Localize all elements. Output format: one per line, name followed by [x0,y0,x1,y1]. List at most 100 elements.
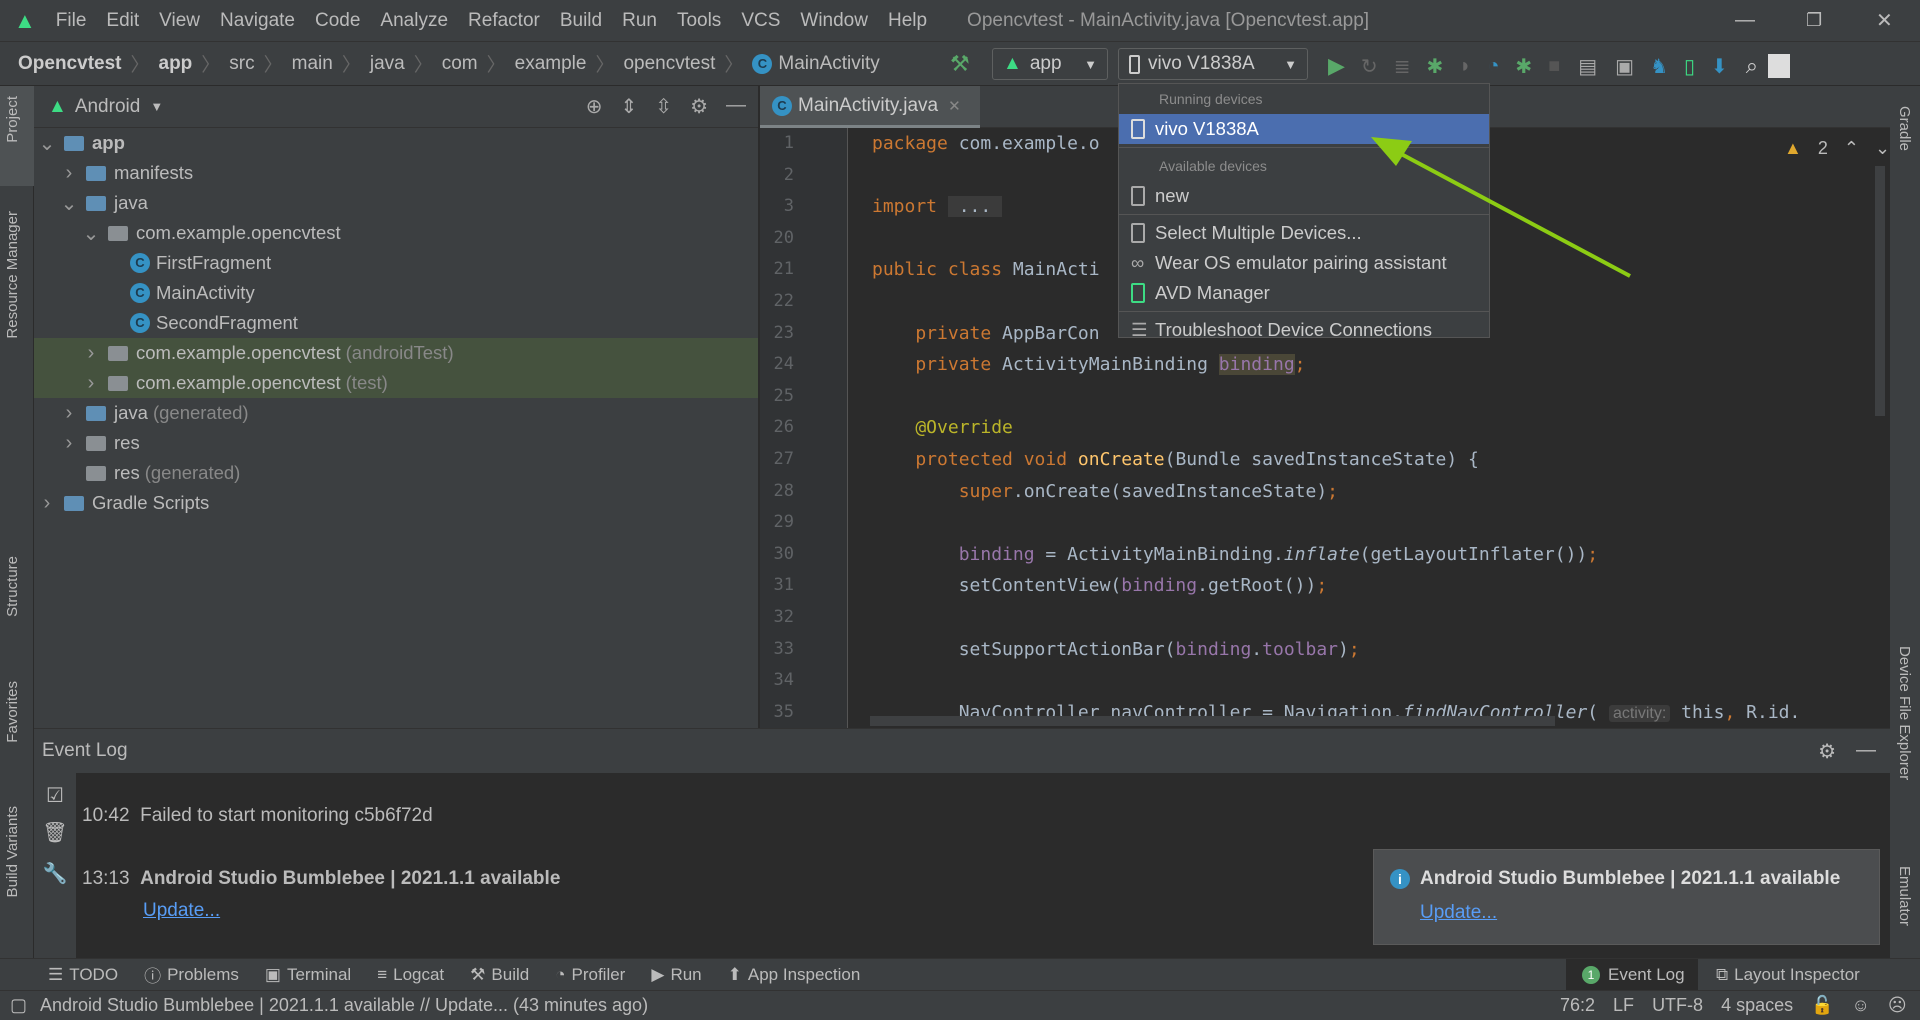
tree-item[interactable]: › manifests [34,158,758,188]
menu-window[interactable]: Window [790,10,878,32]
tree-item[interactable]: › java (generated) [34,398,758,428]
menu-vcs[interactable]: VCS [731,10,790,32]
profile-icon[interactable]: ◔ [1487,55,1499,78]
troubleshoot-device-connections[interactable]: ☰ Troubleshoot Device Connections [1119,315,1489,345]
tool-tab-layout-inspector[interactable]: ⧉ Layout Inspector [1716,965,1860,985]
horizontal-scrollbar[interactable] [870,716,1555,726]
indent-setting[interactable]: 4 spaces [1721,995,1793,1016]
select-multiple-devices[interactable]: Select Multiple Devices... [1119,218,1489,248]
notification-update-link[interactable]: Update... [1420,902,1497,924]
breadcrumb-item[interactable]: MainActivity [778,53,879,75]
avd-manager[interactable]: AVD Manager [1119,278,1489,308]
breadcrumb-item[interactable]: src [229,53,254,75]
tree-item[interactable]: ⌄ java [34,188,758,218]
menu-file[interactable]: File [46,10,97,32]
menu-code[interactable]: Code [305,10,370,32]
lock-icon[interactable]: 🔓 [1811,995,1833,1016]
file-encoding[interactable]: UTF-8 [1652,995,1703,1016]
tree-item[interactable]: C MainActivity [34,278,758,308]
tool-tab-emulator[interactable]: Emulator [1896,866,1913,926]
smiley-icon[interactable]: ☺ [1852,995,1870,1016]
device-select[interactable]: vivo V1838A ▼ [1118,48,1308,80]
apply-code-changes-icon[interactable]: ≣ [1394,54,1411,79]
tab-mainactivity[interactable]: C MainActivity.java ✕ [760,86,980,128]
tree-item[interactable]: C FirstFragment [34,248,758,278]
wear-os-pairing[interactable]: ∞ Wear OS emulator pairing assistant [1119,248,1489,278]
caret-position[interactable]: 76:2 [1560,995,1595,1016]
device-item-new[interactable]: new [1119,181,1489,211]
search-icon[interactable]: ⌕ [1746,53,1758,79]
breadcrumb-item[interactable]: com [442,53,478,75]
menu-edit[interactable]: Edit [96,10,149,32]
breadcrumb-item[interactable]: main [292,53,333,75]
run-icon[interactable]: ▶ [1328,53,1345,79]
run-config-select[interactable]: ▲ app ▼ [992,48,1108,80]
inspection-widget[interactable]: ▲ 2 ⌃ ⌄ [1784,138,1890,159]
tool-tab-device-file-explorer[interactable]: Device File Explorer [1896,646,1913,780]
attach-process-icon[interactable]: ✱ [1515,54,1532,79]
menu-refactor[interactable]: Refactor [458,10,550,32]
tree-item[interactable]: › Gradle Scripts [34,488,758,518]
close-tab-icon[interactable]: ✕ [948,97,961,115]
tool-tab-run[interactable]: ▶ Run [651,962,701,987]
tool-tab-app-inspection[interactable]: ⬆ App Inspection [728,962,861,987]
gear-icon[interactable]: ⚙ [690,94,708,119]
avd-manager-icon[interactable]: ▯ [1684,54,1695,79]
update-link[interactable]: Update... [143,900,220,922]
tool-tab-structure[interactable]: Structure [4,556,21,617]
frown-icon[interactable]: ☹ [1888,995,1907,1016]
tree-item[interactable]: › res [34,428,758,458]
tree-item[interactable]: ⌄ com.example.opencvtest [34,218,758,248]
menu-analyze[interactable]: Analyze [370,10,458,32]
tool-tab-favorites[interactable]: Favorites [4,681,21,743]
project-structure-icon[interactable]: ▤ [1578,54,1597,79]
tool-tab-project[interactable]: Project [4,96,21,143]
hammer-build-icon[interactable]: ⚒ [950,51,970,77]
status-message[interactable]: Android Studio Bumblebee | 2021.1.1 avai… [40,995,648,1016]
line-separator[interactable]: LF [1613,995,1634,1016]
user-avatar[interactable] [1768,54,1791,78]
stop-icon[interactable]: ■ [1548,55,1560,78]
trash-icon[interactable]: 🗑 [34,820,76,845]
sdk-manager-icon[interactable]: ⬇ [1711,54,1728,79]
wrench-icon[interactable]: 🔧 [34,861,76,886]
close-button[interactable]: ✕ [1876,8,1893,33]
apply-changes-icon[interactable]: ↻ [1361,54,1378,79]
mark-read-icon[interactable]: ☑ [34,783,76,808]
tool-tab-problems[interactable]: ⓘ Problems [144,962,239,987]
tree-item[interactable]: › com.example.opencvtest (androidTest) [34,338,758,368]
project-view-select[interactable]: Android [75,96,141,118]
menu-help[interactable]: Help [878,10,937,32]
breadcrumb-item[interactable]: opencvtest [623,53,715,75]
tool-tab-resource-manager[interactable]: Resource Manager [4,211,21,339]
hide-icon[interactable]: — [726,94,746,119]
menu-view[interactable]: View [149,10,210,32]
menu-build[interactable]: Build [550,10,612,32]
attach-debugger-icon[interactable]: ◗ [1459,55,1471,78]
tree-item[interactable]: › com.example.opencvtest (test) [34,368,758,398]
tool-tab-build[interactable]: ⚒ Build [470,962,529,987]
minimize-button[interactable]: — [1735,9,1755,32]
locate-icon[interactable]: ⊕ [586,94,603,119]
tool-tab-profiler[interactable]: ◔ Profiler [555,962,625,987]
tool-tab-todo[interactable]: ☰ TODO [48,962,118,987]
tool-tab-gradle[interactable]: Gradle [1896,106,1913,151]
menu-navigate[interactable]: Navigate [210,10,305,32]
tree-item[interactable]: C SecondFragment [34,308,758,338]
tool-tab-event-log[interactable]: 1 Event Log [1566,959,1698,991]
restore-button[interactable]: ❐ [1806,10,1822,31]
expand-all-icon[interactable]: ⇕ [621,94,638,119]
breadcrumb-item[interactable]: Opencvtest [18,53,121,75]
tree-item[interactable]: res (generated) [34,458,758,488]
menu-tools[interactable]: Tools [667,10,731,32]
breadcrumb-item[interactable]: example [515,53,587,75]
gear-icon[interactable]: ⚙ [1818,739,1836,764]
hide-icon[interactable]: — [1856,739,1876,764]
breadcrumb-item[interactable]: app [159,53,193,75]
terminal-run-icon[interactable]: ▣ [1615,54,1634,79]
tool-tab-terminal[interactable]: ▣ Terminal [265,962,351,987]
tree-item[interactable]: ⌄ app [34,128,758,158]
status-toggle-icon[interactable]: ▢ [10,995,27,1016]
tool-tab-build-variants[interactable]: Build Variants [4,806,21,897]
menu-run[interactable]: Run [612,10,667,32]
